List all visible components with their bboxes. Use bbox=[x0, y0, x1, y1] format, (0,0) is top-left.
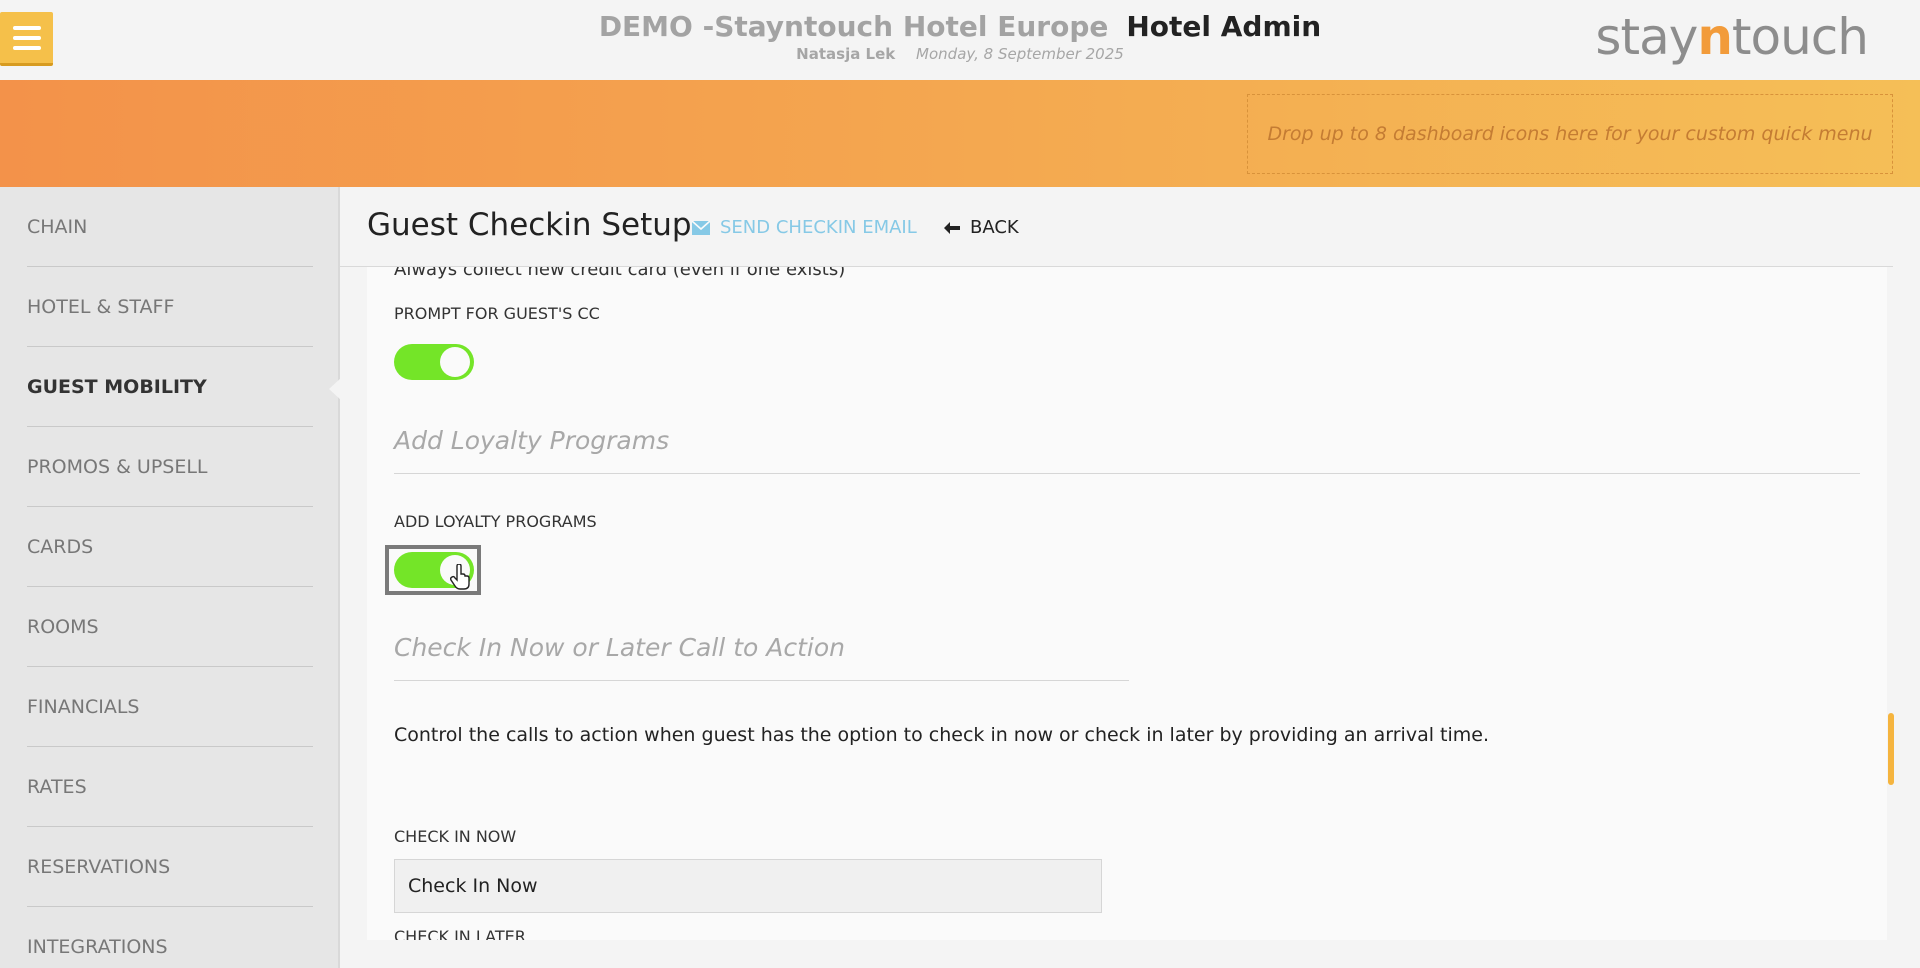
back-button[interactable]: BACK bbox=[944, 217, 1019, 238]
cta-description: Control the calls to action when guest h… bbox=[394, 724, 1489, 746]
business-date: Monday, 8 September 2025 bbox=[916, 45, 1124, 63]
main-content: Guest Checkin Setup SEND CHECKIN EMAIL B… bbox=[340, 187, 1920, 968]
sidebar-item-promos-upsell[interactable]: PROMOS & UPSELL bbox=[27, 427, 313, 507]
settings-panel: Always collect new credit card (even if … bbox=[367, 267, 1887, 940]
check-in-later-label: CHECK IN LATER bbox=[394, 927, 526, 940]
arrow-left-icon bbox=[944, 221, 960, 234]
sidebar-item-rates[interactable]: RATES bbox=[27, 747, 313, 827]
toggle-knob bbox=[440, 347, 470, 377]
loyalty-section-title: Add Loyalty Programs bbox=[394, 426, 670, 455]
sidebar-item-integrations[interactable]: INTEGRATIONS bbox=[27, 907, 313, 968]
sidebar-item-reservations[interactable]: RESERVATIONS bbox=[27, 827, 313, 907]
sidebar-item-guest-mobility[interactable]: GUEST MOBILITY bbox=[27, 347, 342, 427]
page-title: Guest Checkin Setup bbox=[367, 207, 692, 243]
hotel-name: DEMO -Stayntouch Hotel Europe bbox=[598, 10, 1109, 43]
hand-pointer-icon bbox=[450, 564, 470, 590]
app-title: Hotel Admin bbox=[1126, 10, 1322, 43]
scrollbar-thumb[interactable] bbox=[1888, 713, 1894, 785]
check-in-now-label: CHECK IN NOW bbox=[394, 827, 517, 846]
sidebar-item-rooms[interactable]: ROOMS bbox=[27, 587, 313, 667]
admin-sidebar: CHAIN HOTEL & STAFF GUEST MOBILITY PROMO… bbox=[0, 187, 342, 968]
back-label: BACK bbox=[970, 217, 1019, 238]
quick-menu-dropzone[interactable]: Drop up to 8 dashboard icons here for yo… bbox=[1247, 94, 1893, 174]
envelope-icon bbox=[692, 220, 710, 235]
page-header: Guest Checkin Setup SEND CHECKIN EMAIL B… bbox=[340, 187, 1893, 267]
loyalty-label: ADD LOYALTY PROGRAMS bbox=[394, 512, 597, 531]
prompt-cc-label: PROMPT FOR GUEST'S CC bbox=[394, 304, 600, 323]
send-checkin-email-button[interactable]: SEND CHECKIN EMAIL bbox=[692, 217, 917, 238]
collect-cc-text: Always collect new credit card (even if … bbox=[394, 267, 846, 280]
stayntouch-logo: stayntouch bbox=[1595, 8, 1869, 66]
send-checkin-email-label: SEND CHECKIN EMAIL bbox=[720, 217, 917, 238]
top-header: DEMO -Stayntouch Hotel Europe Hotel Admin… bbox=[0, 0, 1920, 80]
sidebar-item-financials[interactable]: FINANCIALS bbox=[27, 667, 313, 747]
check-in-now-input[interactable] bbox=[394, 859, 1102, 913]
section-divider bbox=[394, 680, 1129, 681]
cta-section-title: Check In Now or Later Call to Action bbox=[394, 633, 845, 662]
sidebar-item-cards[interactable]: CARDS bbox=[27, 507, 313, 587]
section-divider bbox=[394, 473, 1860, 474]
sidebar-item-chain[interactable]: CHAIN bbox=[27, 187, 313, 267]
sidebar-item-hotel-staff[interactable]: HOTEL & STAFF bbox=[27, 267, 313, 347]
quick-menu-band: Drop up to 8 dashboard icons here for yo… bbox=[0, 80, 1920, 187]
prompt-cc-toggle[interactable] bbox=[394, 344, 474, 380]
user-name: Natasja Lek bbox=[796, 45, 896, 63]
